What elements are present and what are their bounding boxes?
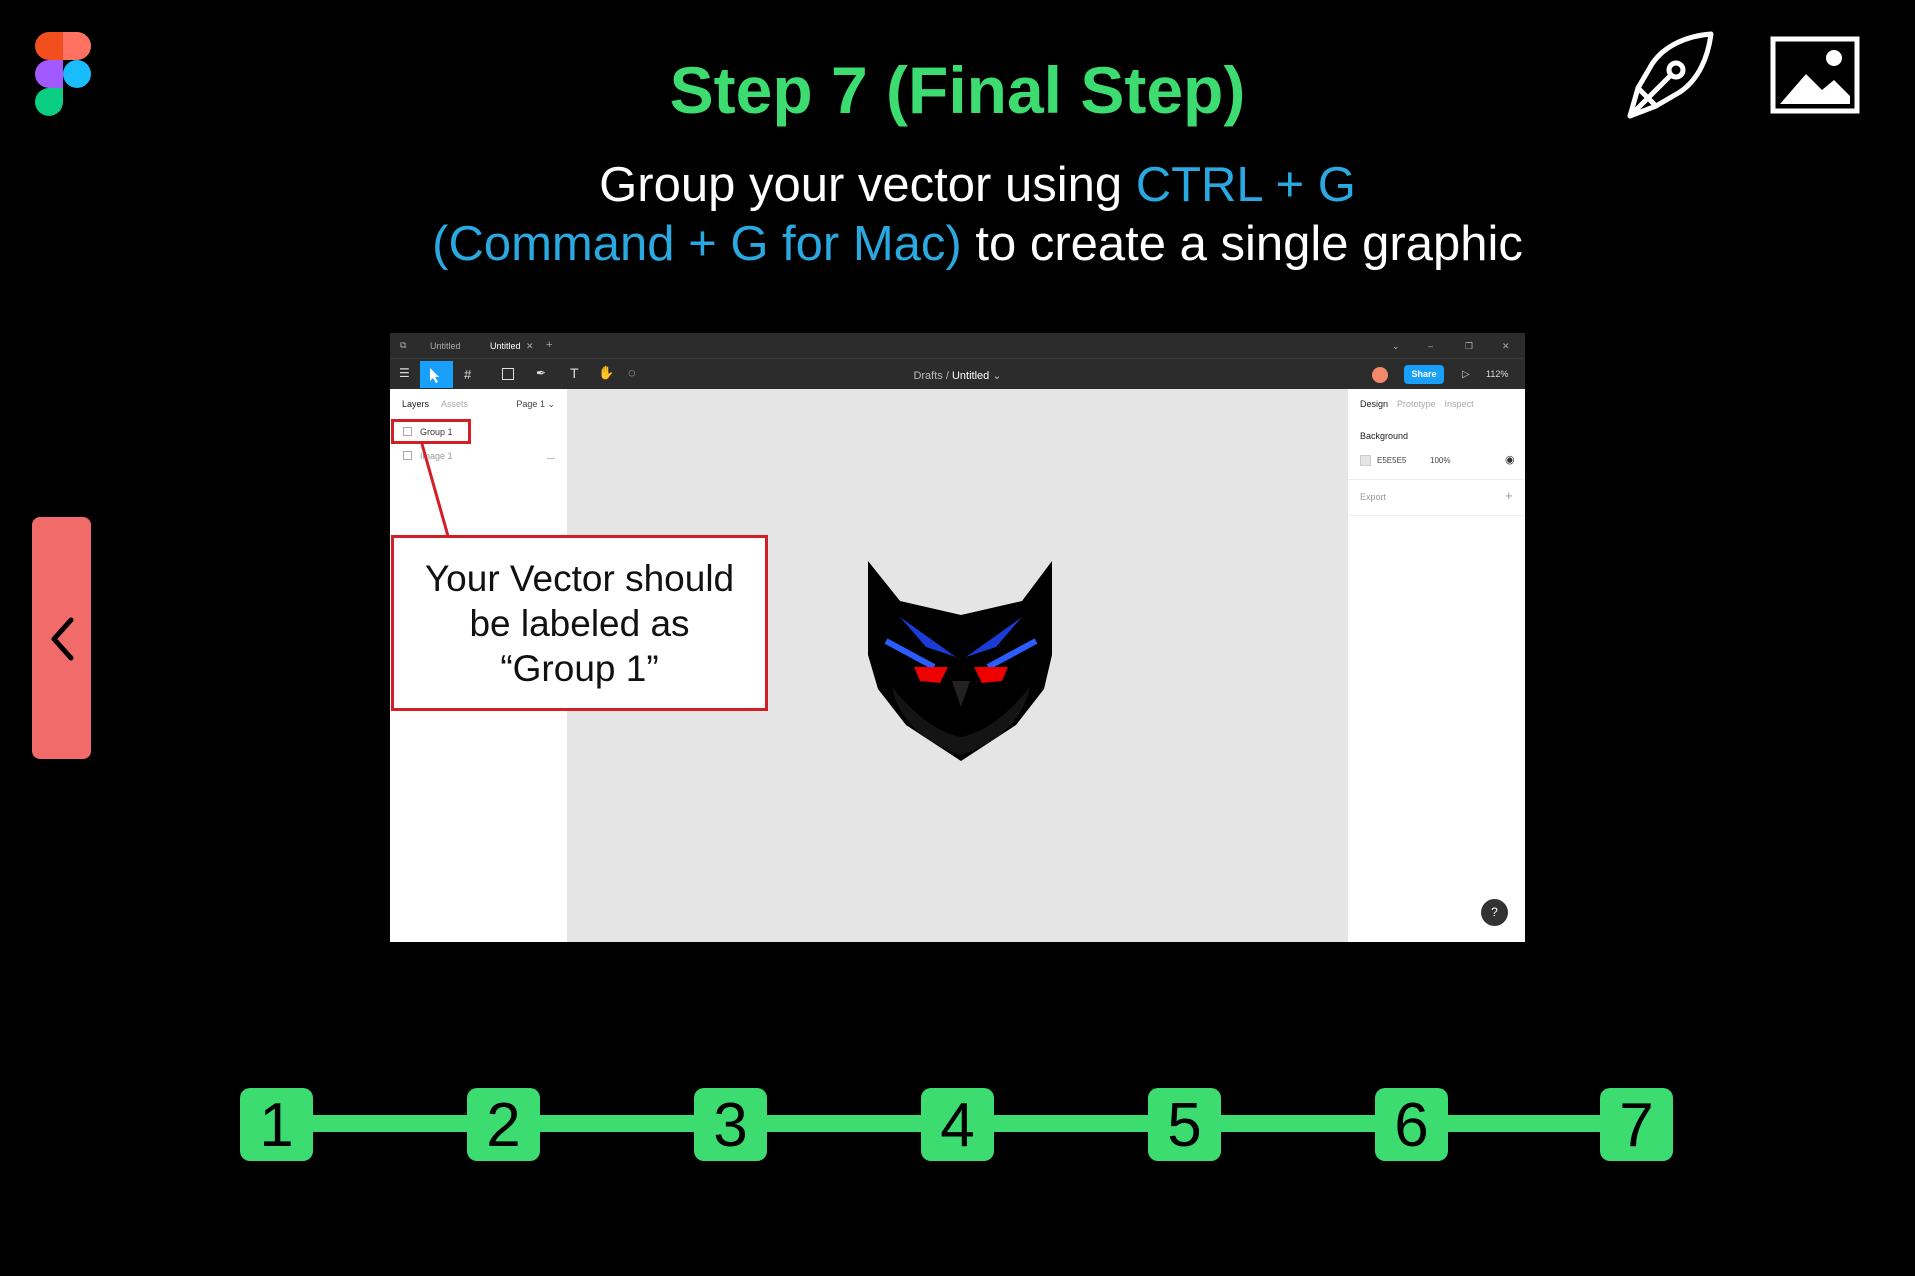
shortcut-highlight: CTRL + G	[1135, 158, 1356, 212]
background-color-swatch[interactable]	[1360, 455, 1371, 466]
restore-icon[interactable]: ❐	[1465, 341, 1473, 352]
figma-screenshot: ⧉ Untitled Untitled ✕ + ⌄ – ❐ ✕ ☰ # ✒ T …	[390, 333, 1525, 942]
tab-prototype[interactable]: Prototype	[1397, 399, 1436, 409]
step-3-button[interactable]: 3	[694, 1088, 767, 1161]
design-panel: Design Prototype Inspect Background E5E5E5…	[1347, 389, 1525, 942]
image-layer-icon	[403, 451, 412, 460]
callout-line: Your Vector should	[424, 558, 735, 599]
step-6-button[interactable]: 6	[1375, 1088, 1448, 1161]
add-export-icon[interactable]: +	[1505, 488, 1513, 503]
group-1-highlight-box	[391, 419, 471, 444]
design-tabs: Design Prototype Inspect	[1360, 399, 1483, 409]
close-window-icon[interactable]: ✕	[1502, 341, 1510, 352]
previous-step-button[interactable]	[32, 517, 91, 759]
step-5-button[interactable]: 5	[1148, 1088, 1221, 1161]
layers-tabs: Layers Assets	[402, 399, 480, 409]
tab-bar: ⧉ Untitled Untitled ✕ + ⌄ – ❐ ✕	[390, 333, 1525, 358]
figma-menu-icon[interactable]: ⧉	[400, 340, 406, 351]
instruction-line-1: Group your vector using CTRL + G	[0, 157, 1915, 213]
chevron-down-icon[interactable]: ⌄	[1392, 341, 1400, 352]
new-tab-icon[interactable]: +	[546, 339, 552, 351]
present-play-icon[interactable]: ▷	[1462, 369, 1470, 380]
callout-pointer	[420, 444, 450, 536]
page-label: Page 1	[516, 399, 545, 409]
background-hex-field[interactable]: E5E5E5	[1377, 456, 1406, 465]
instruction-text: to create a single graphic	[961, 217, 1523, 271]
page-selector[interactable]: Page 1 ⌄	[516, 399, 555, 410]
tab-untitled-1[interactable]: Untitled	[430, 341, 461, 351]
tab-layers[interactable]: Layers	[402, 399, 429, 409]
close-tab-icon[interactable]: ✕	[526, 341, 534, 352]
step-progress: 1 2 3 4 5 6 7	[0, 1088, 1915, 1162]
step-title: Step 7 (Final Step)	[669, 53, 1246, 127]
breadcrumb-drafts[interactable]: Drafts	[913, 370, 942, 382]
callout-line: be labeled as	[469, 603, 690, 644]
owl-vector-graphic	[868, 561, 1052, 761]
layers-panel: Layers Assets Page 1 ⌄ Group 1 Image 1 ‿ …	[390, 389, 768, 942]
help-button[interactable]: ?	[1481, 899, 1508, 926]
breadcrumb-separator: /	[945, 370, 949, 382]
tab-assets[interactable]: Assets	[441, 399, 468, 409]
callout-line: “Group 1”	[500, 648, 659, 689]
file-name[interactable]: Untitled	[952, 370, 989, 382]
background-opacity-field[interactable]: 100%	[1430, 456, 1450, 465]
background-label: Background	[1360, 431, 1409, 441]
export-label: Export	[1360, 492, 1387, 502]
step-2-button[interactable]: 2	[467, 1088, 540, 1161]
divider	[1348, 479, 1525, 480]
chevron-left-icon	[51, 617, 74, 661]
instruction-line-2: (Command + G for Mac) to create a single…	[0, 216, 1915, 272]
tab-untitled-2[interactable]: Untitled	[490, 341, 521, 351]
eye-icon[interactable]: ◉	[1505, 453, 1515, 466]
step-4-button[interactable]: 4	[921, 1088, 994, 1161]
divider	[1348, 515, 1525, 516]
minimize-icon[interactable]: –	[1428, 341, 1433, 351]
avatar[interactable]	[1372, 367, 1388, 383]
instruction-text: Group your vector using	[599, 158, 1136, 212]
mac-shortcut-highlight: (Command + G for Mac)	[432, 217, 962, 271]
step-7-button[interactable]: 7	[1600, 1088, 1673, 1161]
step-1-button[interactable]: 1	[240, 1088, 313, 1161]
tab-inspect[interactable]: Inspect	[1445, 399, 1474, 409]
breadcrumb: Drafts / Untitled ⌄	[913, 370, 1002, 382]
zoom-dropdown[interactable]: 112%	[1486, 369, 1508, 379]
layer-visibility-icon[interactable]: ‿	[547, 449, 554, 460]
figma-toolbar: ☰ # ✒ T ✋ ◌ Drafts / Untitled ⌄ Share ▷ …	[390, 358, 1525, 389]
tab-design[interactable]: Design	[1360, 399, 1388, 409]
share-button[interactable]: Share	[1404, 365, 1444, 384]
annotation-callout: Your Vector should be labeled as “Group …	[391, 535, 768, 711]
